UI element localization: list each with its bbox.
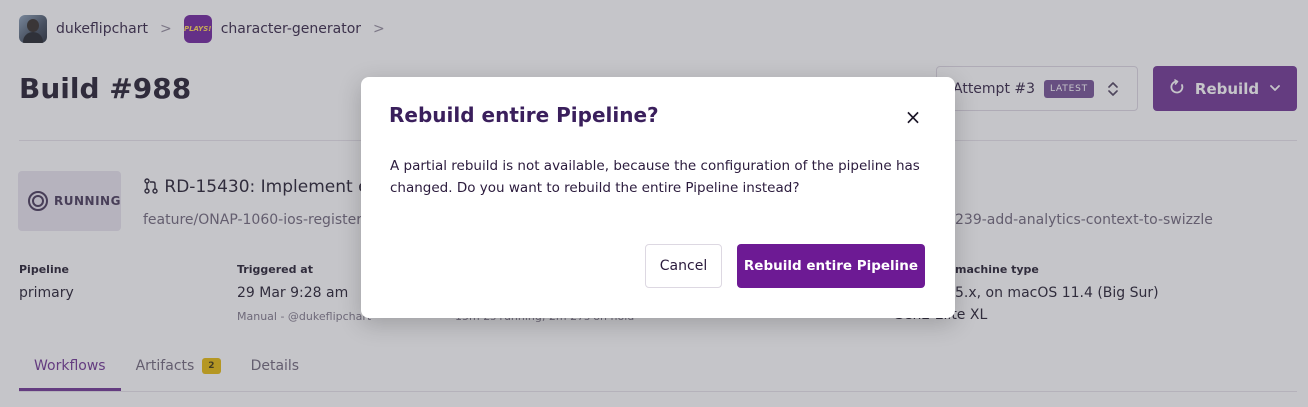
close-icon[interactable]: × <box>901 105 925 129</box>
dialog-message: A partial rebuild is not available, beca… <box>390 158 920 196</box>
cancel-button[interactable]: Cancel <box>645 244 722 288</box>
dialog-title: Rebuild entire Pipeline? <box>389 103 659 127</box>
rebuild-dialog: Rebuild entire Pipeline? × A partial reb… <box>361 77 955 318</box>
rebuild-entire-pipeline-button[interactable]: Rebuild entire Pipeline <box>737 244 925 288</box>
